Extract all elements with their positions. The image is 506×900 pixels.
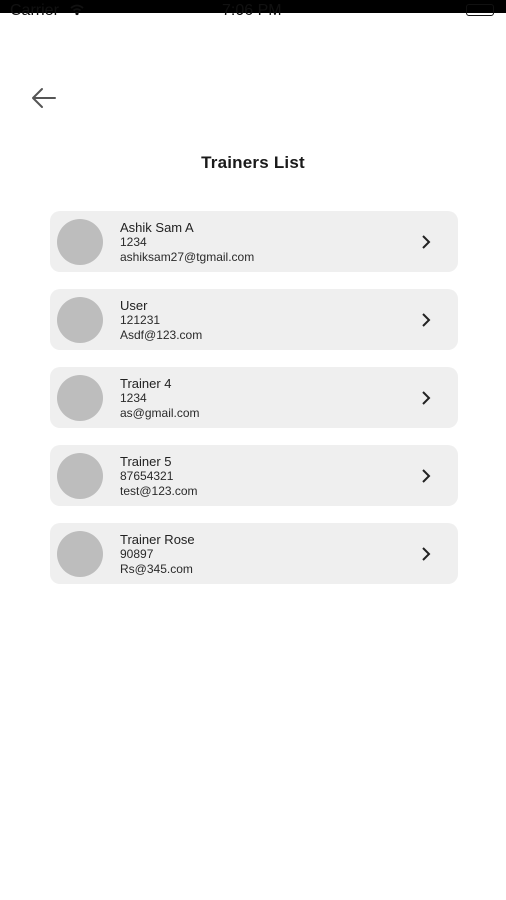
- trainer-name: Trainer 4: [120, 376, 172, 391]
- avatar: [57, 453, 103, 499]
- trainer-card[interactable]: Trainer 5 87654321 test@123.com: [50, 445, 458, 506]
- carrier-label: Carrier: [10, 2, 59, 19]
- trainer-email: ashiksam27@tgmail.com: [120, 250, 255, 264]
- page-title: Trainers List: [201, 153, 305, 172]
- trainer-name: Ashik Sam A: [120, 220, 194, 235]
- trainer-phone: 121231: [120, 313, 161, 327]
- trainer-phone: 1234: [120, 235, 147, 249]
- status-time: 7:06 PM: [222, 2, 282, 19]
- wifi-icon: [70, 3, 84, 21]
- battery-icon: [466, 4, 494, 16]
- trainer-phone: 1234: [120, 391, 147, 405]
- trainer-phone: 87654321: [120, 469, 174, 483]
- back-button[interactable]: [26, 80, 62, 116]
- trainer-email: test@123.com: [120, 484, 198, 498]
- chevron-right-icon: [422, 235, 431, 249]
- trainers-list: Ashik Sam A 1234 ashiksam27@tgmail.com U…: [50, 211, 458, 601]
- trainer-card[interactable]: Trainer 4 1234 as@gmail.com: [50, 367, 458, 428]
- trainer-email: Rs@345.com: [120, 562, 193, 576]
- trainer-name: Trainer 5: [120, 454, 172, 469]
- avatar: [57, 531, 103, 577]
- trainer-card[interactable]: Trainer Rose 90897 Rs@345.com: [50, 523, 458, 584]
- avatar: [57, 375, 103, 421]
- status-bar: Carrier 7:06 PM: [0, 0, 506, 24]
- trainer-phone: 90897: [120, 547, 154, 561]
- chevron-right-icon: [422, 547, 431, 561]
- chevron-right-icon: [422, 391, 431, 405]
- trainer-name: Trainer Rose: [120, 532, 195, 547]
- chevron-right-icon: [422, 469, 431, 483]
- chevron-right-icon: [422, 313, 431, 327]
- trainer-card[interactable]: Ashik Sam A 1234 ashiksam27@tgmail.com: [50, 211, 458, 272]
- trainer-name: User: [120, 298, 148, 313]
- avatar: [57, 297, 103, 343]
- trainer-email: Asdf@123.com: [120, 328, 203, 342]
- arrow-left-icon: [32, 88, 56, 108]
- trainer-email: as@gmail.com: [120, 406, 200, 420]
- avatar: [57, 219, 103, 265]
- trainer-card[interactable]: User 121231 Asdf@123.com: [50, 289, 458, 350]
